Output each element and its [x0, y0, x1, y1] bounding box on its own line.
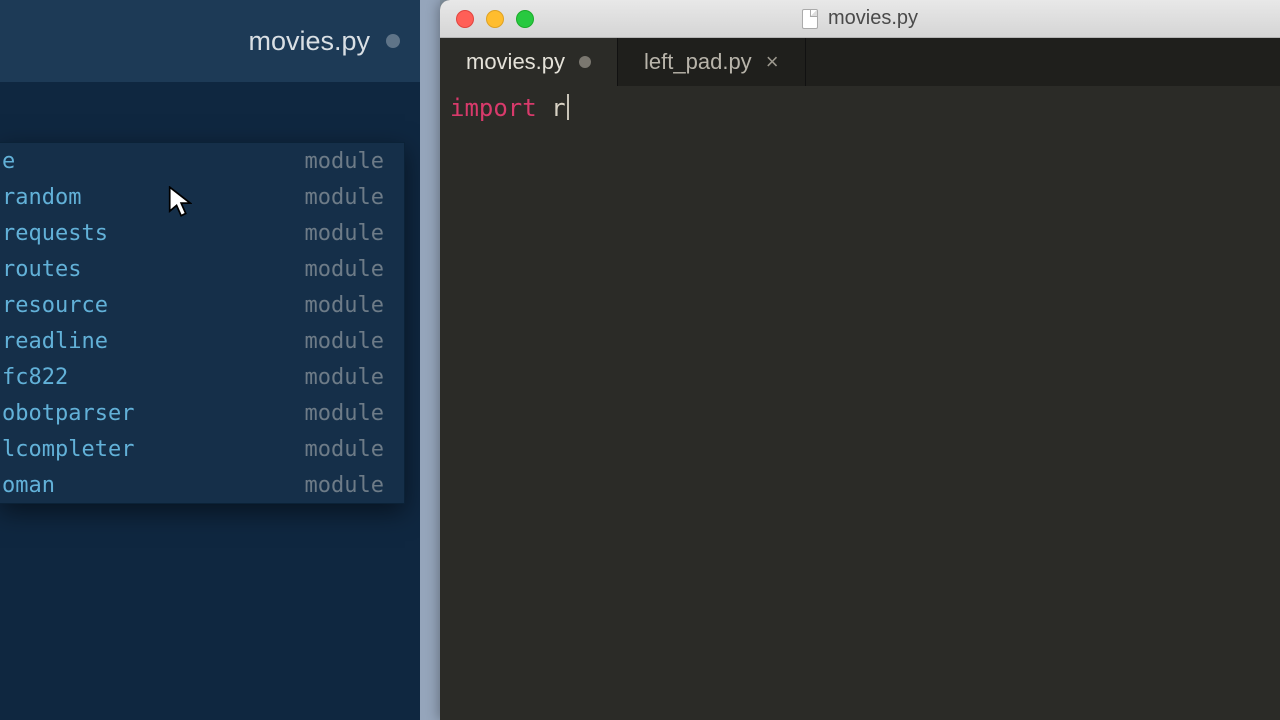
autocomplete-item-kind: module: [305, 185, 384, 210]
autocomplete-item[interactable]: oman module: [0, 467, 404, 503]
autocomplete-item[interactable]: resource module: [0, 287, 404, 323]
autocomplete-item[interactable]: fc822 module: [0, 359, 404, 395]
left-tabbar: movies.py: [0, 0, 420, 82]
right-editor-window: movies.py movies.py left_pad.py × import…: [440, 0, 1280, 720]
autocomplete-item-name: lcompleter: [2, 437, 134, 462]
autocomplete-item-name: e: [2, 149, 15, 174]
autocomplete-item-kind: module: [305, 437, 384, 462]
tab-close-icon[interactable]: ×: [766, 51, 779, 73]
tab-movies[interactable]: movies.py: [440, 38, 618, 86]
autocomplete-item-kind: module: [305, 293, 384, 318]
right-tabbar: movies.py left_pad.py ×: [440, 38, 1280, 86]
autocomplete-item[interactable]: requests module: [0, 215, 404, 251]
window-zoom-button[interactable]: [516, 10, 534, 28]
tab-label: left_pad.py: [644, 49, 752, 75]
tab-label: movies.py: [466, 49, 565, 75]
autocomplete-item-kind: module: [305, 365, 384, 390]
code-editor[interactable]: import r: [440, 86, 1280, 130]
window-close-button[interactable]: [456, 10, 474, 28]
autocomplete-item-kind: module: [305, 401, 384, 426]
text-caret-icon: [567, 94, 569, 120]
autocomplete-item-name: requests: [2, 221, 108, 246]
autocomplete-item-name: oman: [2, 473, 55, 498]
tab-dirty-indicator-icon: [386, 34, 400, 48]
autocomplete-item[interactable]: routes module: [0, 251, 404, 287]
left-tab-movies[interactable]: movies.py: [248, 26, 400, 57]
tab-left-pad[interactable]: left_pad.py ×: [618, 38, 806, 86]
window-minimize-button[interactable]: [486, 10, 504, 28]
autocomplete-item[interactable]: e module: [0, 143, 404, 179]
autocomplete-item-name: obotparser: [2, 401, 134, 426]
left-editor-body[interactable]: e module random module requests module r…: [0, 82, 420, 720]
window-titlebar[interactable]: movies.py: [440, 0, 1280, 38]
autocomplete-item[interactable]: random module: [0, 179, 404, 215]
autocomplete-item-name: routes: [2, 257, 81, 282]
autocomplete-item-name: resource: [2, 293, 108, 318]
window-title: movies.py: [802, 7, 918, 30]
autocomplete-item-kind: module: [305, 149, 384, 174]
autocomplete-item-kind: module: [305, 473, 384, 498]
tab-dirty-indicator-icon: [579, 56, 591, 68]
code-text: r: [537, 94, 566, 122]
code-keyword: import: [450, 94, 537, 122]
desktop-background-strip: [420, 0, 440, 720]
autocomplete-item-name: readline: [2, 329, 108, 354]
autocomplete-item-name: random: [2, 185, 81, 210]
window-title-text: movies.py: [828, 7, 918, 30]
left-tab-title: movies.py: [248, 26, 370, 57]
window-controls: [456, 10, 534, 28]
autocomplete-item-kind: module: [305, 257, 384, 282]
autocomplete-item-kind: module: [305, 329, 384, 354]
autocomplete-popup[interactable]: e module random module requests module r…: [0, 142, 405, 504]
autocomplete-item[interactable]: obotparser module: [0, 395, 404, 431]
autocomplete-item-kind: module: [305, 221, 384, 246]
document-icon: [802, 9, 818, 29]
autocomplete-item[interactable]: readline module: [0, 323, 404, 359]
autocomplete-item-name: fc822: [2, 365, 68, 390]
autocomplete-item[interactable]: lcompleter module: [0, 431, 404, 467]
left-editor-window: movies.py e module random module request…: [0, 0, 420, 720]
